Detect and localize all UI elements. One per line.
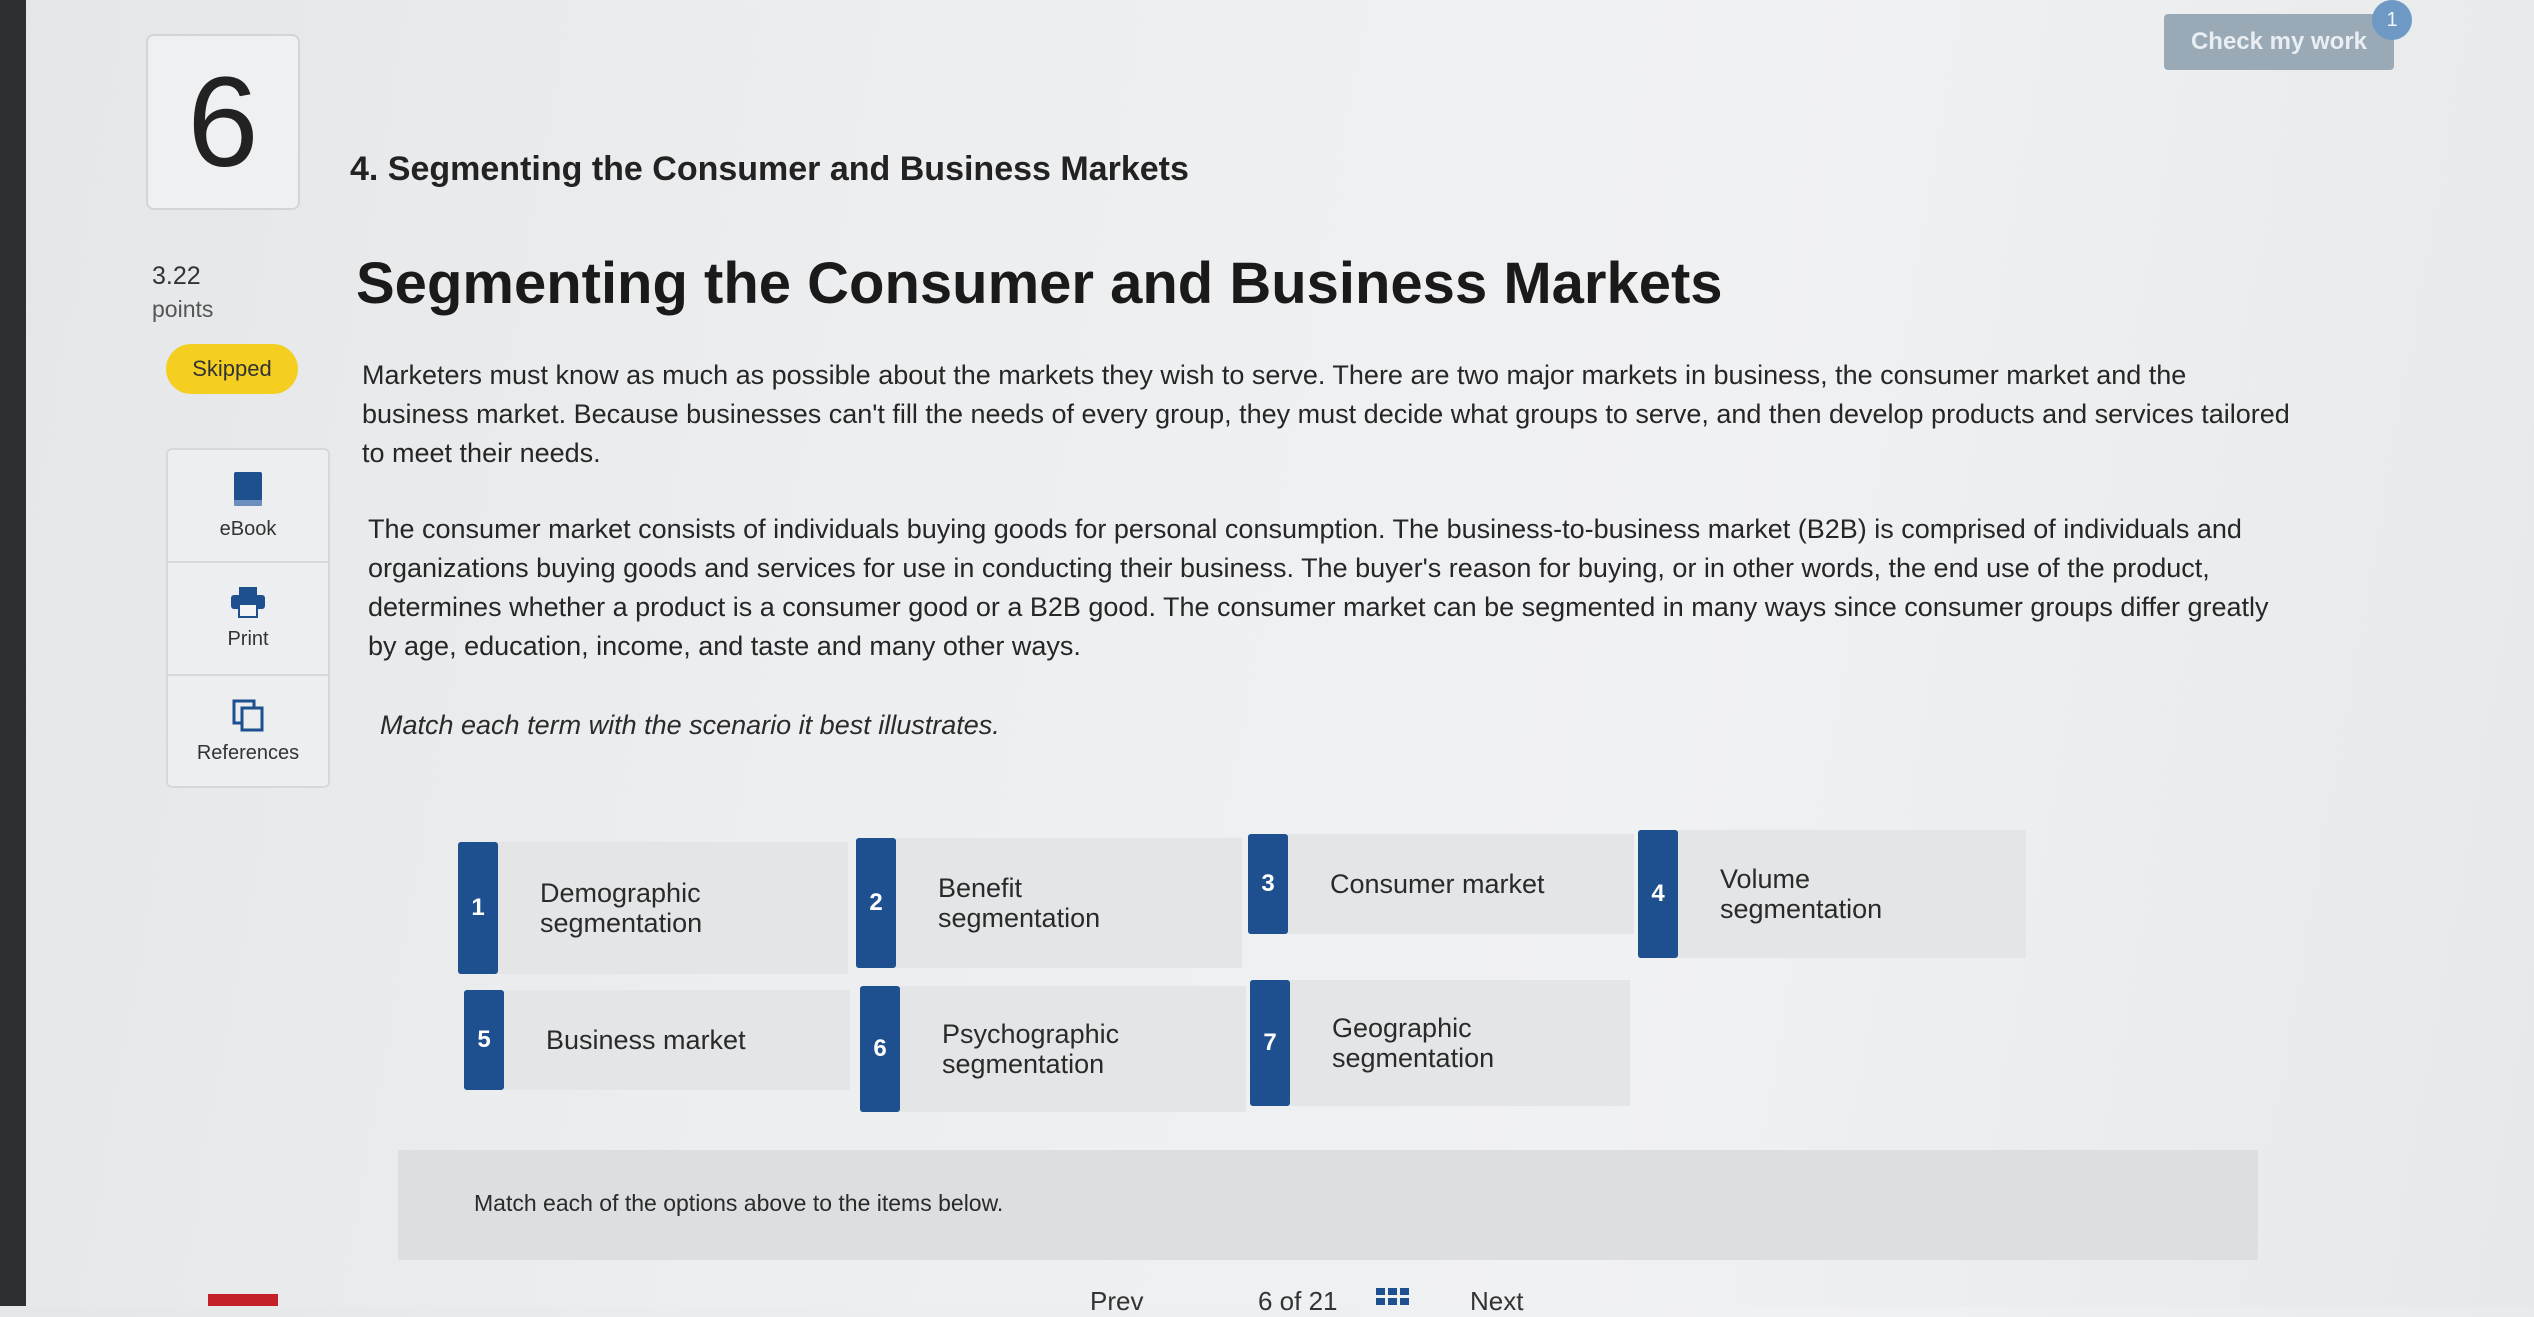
references-label: References	[196, 742, 300, 764]
term-card-1[interactable]: 1 Demographic segmentation	[458, 842, 848, 974]
term-number: 7	[1250, 980, 1290, 1106]
ebook-button[interactable]: eBook	[168, 450, 328, 563]
printer-icon	[231, 587, 265, 618]
question-title: 4. Segmenting the Consumer and Business …	[350, 150, 1189, 188]
status-badge: Skipped	[166, 344, 298, 394]
match-instruction: Match each term with the scenario it bes…	[380, 710, 1000, 740]
left-edge	[0, 0, 26, 1306]
term-card-4[interactable]: 4 Volume segmentation	[1638, 830, 2026, 958]
check-my-work-button[interactable]: Check my work	[2164, 14, 2394, 70]
match-options-bar: Match each of the options above to the i…	[398, 1150, 2258, 1260]
page-title: Segmenting the Consumer and Business Mar…	[356, 251, 1723, 316]
term-number: 1	[458, 842, 498, 974]
points-value: 3.22	[152, 262, 201, 290]
term-number: 5	[464, 990, 504, 1090]
term-label: Business market	[546, 1025, 746, 1055]
term-card-2[interactable]: 2 Benefit segmentation	[856, 838, 1242, 968]
question-number: 6	[146, 34, 300, 210]
consumer-market-paragraph: The consumer market consists of individu…	[368, 514, 2269, 661]
term-number: 3	[1248, 834, 1288, 934]
references-button[interactable]: References	[168, 676, 328, 787]
term-card-5[interactable]: 5 Business market	[464, 990, 850, 1090]
next-button[interactable]: Next	[1470, 1286, 1523, 1317]
term-label: Geographic segmentation	[1332, 1013, 1495, 1073]
term-label: Psychographic segmentation	[942, 1019, 1120, 1079]
term-label: Consumer market	[1330, 869, 1545, 899]
check-count-badge: 1	[2372, 0, 2412, 40]
references-icon	[232, 699, 264, 732]
points-label: points	[152, 296, 214, 322]
print-label: Print	[227, 628, 269, 650]
brand-mark	[208, 1294, 278, 1306]
footer-nav: Prev 6 of 21 Next	[0, 1280, 2534, 1316]
page-indicator: 6 of 21	[1258, 1286, 1338, 1316]
book-icon	[234, 472, 262, 506]
term-number: 4	[1638, 830, 1678, 958]
term-card-7[interactable]: 7 Geographic segmentation	[1250, 980, 1630, 1106]
intro-paragraph: Marketers must know as much as possible …	[362, 360, 2290, 468]
term-card-3[interactable]: 3 Consumer market	[1248, 834, 1634, 934]
match-options-text: Match each of the options above to the i…	[474, 1190, 1004, 1216]
tools-panel: eBook Print References	[166, 448, 330, 788]
grid-icon[interactable]	[1376, 1288, 1410, 1306]
ebook-label: eBook	[219, 518, 277, 540]
term-label: Demographic segmentation	[540, 878, 703, 938]
print-button[interactable]: Print	[168, 563, 328, 676]
term-number: 2	[856, 838, 896, 968]
term-label: Volume segmentation	[1720, 864, 1883, 924]
term-card-6[interactable]: 6 Psychographic segmentation	[860, 986, 1246, 1112]
prev-button[interactable]: Prev	[1090, 1286, 1143, 1317]
term-number: 6	[860, 986, 900, 1112]
term-label: Benefit segmentation	[938, 873, 1101, 933]
